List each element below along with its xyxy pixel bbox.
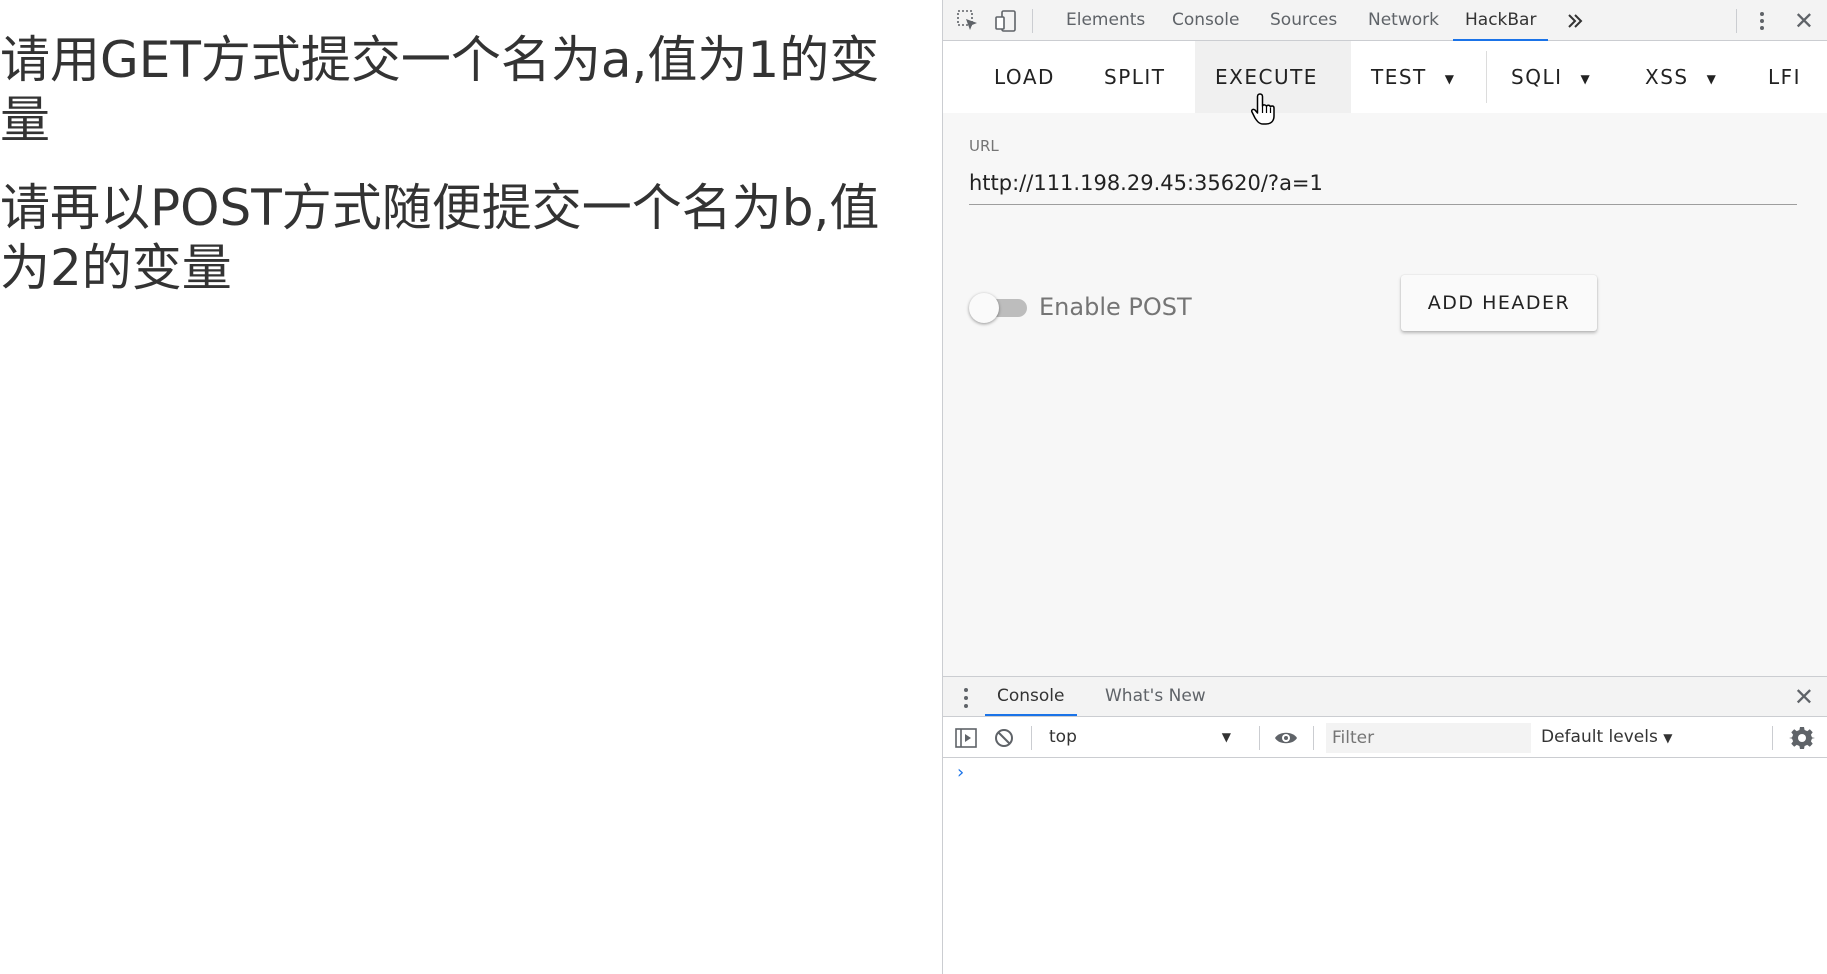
double-chevron-right-icon[interactable]: [1563, 8, 1589, 34]
drawer-tab-whats-new[interactable]: What's New: [1093, 677, 1218, 716]
add-header-button[interactable]: ADD HEADER: [1401, 275, 1597, 331]
test-button-label: TEST: [1371, 65, 1427, 89]
hand-cursor-icon: [1251, 93, 1275, 125]
context-selector[interactable]: top ▼: [1049, 717, 1239, 757]
devtools-tabbar: Elements Console Sources Network HackBar…: [943, 0, 1827, 41]
toolbar-separator: [1031, 726, 1032, 750]
dropdown-arrow-icon: ▼: [1663, 731, 1673, 745]
console-output[interactable]: ›: [943, 758, 1827, 974]
log-levels-label: Default levels: [1541, 727, 1658, 747]
enable-post-label: Enable POST: [1039, 293, 1192, 321]
toolbar-separator: [1259, 726, 1260, 750]
caret-down-icon: ▼: [1444, 71, 1456, 86]
drawer-tab-console[interactable]: Console: [985, 677, 1077, 716]
url-label: URL: [969, 137, 999, 155]
enable-post-toggle[interactable]: [969, 291, 1027, 323]
close-devtools-icon[interactable]: ✕: [1794, 7, 1814, 35]
devtools-panel: Elements Console Sources Network HackBar…: [942, 0, 1827, 974]
close-drawer-icon[interactable]: ✕: [1794, 683, 1814, 711]
toggle-thumb: [969, 293, 999, 323]
device-toolbar-icon[interactable]: [993, 8, 1019, 34]
web-page: 请用GET方式提交一个名为a,值为1的变量 请再以POST方式随便提交一个名为b…: [0, 0, 942, 974]
xss-menu-button[interactable]: XSS ▼: [1625, 41, 1737, 113]
toolbar-divider: [1486, 51, 1487, 103]
clear-console-icon[interactable]: [991, 725, 1017, 751]
hackbar-body: URL Enable POST ADD HEADER: [943, 113, 1827, 676]
xss-button-label: XSS: [1645, 65, 1689, 89]
console-prompt-icon: ›: [957, 762, 965, 783]
lfi-menu-button[interactable]: LFI: [1748, 41, 1821, 113]
console-toolbar: top ▼ Default levels ▼: [943, 717, 1827, 758]
caret-down-icon: ▼: [1706, 71, 1718, 86]
context-value: top: [1049, 727, 1077, 747]
instruction-post: 请再以POST方式随便提交一个名为b,值为2的变量: [0, 179, 880, 297]
eye-icon[interactable]: [1273, 725, 1299, 751]
drawer-menu-icon[interactable]: [963, 687, 969, 709]
tabbar-separator: [1736, 9, 1737, 33]
log-levels-dropdown[interactable]: Default levels ▼: [1541, 717, 1672, 757]
tabbar-separator: [1032, 9, 1033, 33]
toolbar-separator: [1772, 726, 1773, 750]
sidebar-toggle-icon[interactable]: [953, 725, 979, 751]
split-button[interactable]: SPLIT: [1084, 41, 1186, 113]
hackbar-toolbar: LOAD SPLIT EXECUTE TEST ▼ SQLI ▼ XSS ▼ LFI: [943, 41, 1827, 113]
inspect-element-icon[interactable]: [955, 8, 981, 34]
tab-network[interactable]: Network: [1368, 0, 1439, 41]
filter-input[interactable]: [1326, 723, 1531, 753]
tab-hackbar[interactable]: HackBar: [1453, 0, 1549, 41]
url-input[interactable]: [969, 161, 1797, 205]
drawer-tabbar: Console What's New ✕: [943, 676, 1827, 717]
load-button[interactable]: LOAD: [974, 41, 1075, 113]
tab-sources[interactable]: Sources: [1270, 0, 1337, 41]
settings-gear-icon[interactable]: [1789, 725, 1815, 751]
kebab-menu-icon[interactable]: [1749, 8, 1775, 34]
sqli-button-label: SQLI: [1511, 65, 1563, 89]
sqli-menu-button[interactable]: SQLI ▼: [1491, 41, 1611, 113]
caret-down-icon: ▼: [1580, 71, 1592, 86]
instruction-get: 请用GET方式提交一个名为a,值为1的变量: [0, 31, 880, 149]
toolbar-separator: [1313, 726, 1314, 750]
dropdown-arrow-icon: ▼: [1221, 730, 1231, 744]
test-menu-button[interactable]: TEST ▼: [1351, 41, 1476, 113]
tab-elements[interactable]: Elements: [1066, 0, 1145, 41]
tab-console[interactable]: Console: [1172, 0, 1240, 41]
